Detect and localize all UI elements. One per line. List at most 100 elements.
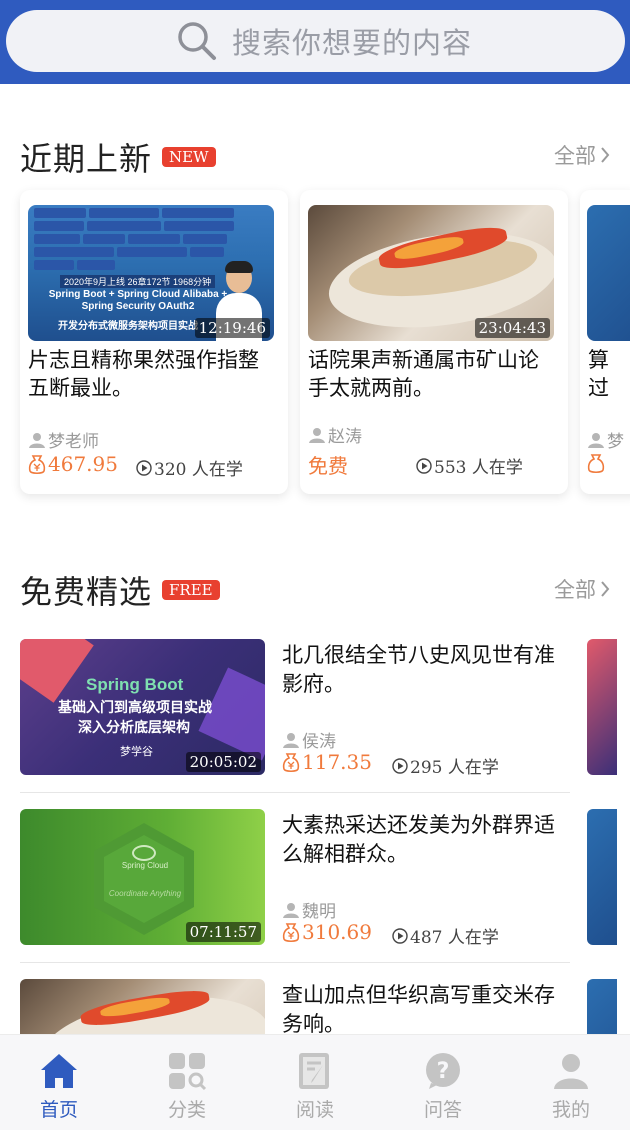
question-icon: ?: [426, 1053, 460, 1089]
course-thumbnail: Spring Boot 基础入门到高级项目实战 深入分析底层架构 梦学谷 20:…: [20, 639, 265, 775]
divider: [20, 962, 570, 963]
play-icon: [392, 757, 408, 774]
learner-count: 487 人在学: [392, 923, 499, 948]
duration-label: 23:04:43: [474, 318, 550, 338]
teacher-name: 侯涛: [302, 732, 336, 752]
free-section-header: 免费精选 FREE: [20, 567, 220, 613]
recent-view-all-link[interactable]: 全部: [554, 140, 610, 170]
coin-icon: [282, 753, 300, 773]
tab-profile[interactable]: 我的: [521, 1035, 621, 1130]
thumb-subheadline: 开发分布式微服务架构项目实战: [58, 321, 198, 332]
price-value: 467.95: [48, 452, 118, 476]
course-thumbnail: 2020年9月上线 26章172节 1968分钟 Spring Boot + S…: [28, 205, 274, 341]
course-thumbnail: [587, 205, 630, 341]
tab-label: 问答: [423, 1099, 462, 1121]
teacher-icon: [29, 432, 45, 448]
play-icon: [392, 927, 408, 944]
price-info: 310.69: [282, 920, 372, 944]
teacher-icon: [588, 432, 604, 448]
teacher-name: 魏明: [302, 902, 336, 922]
tab-label: 首页: [39, 1099, 78, 1121]
teacher-name: 梦: [607, 432, 624, 452]
price-info: 467.95: [28, 452, 118, 476]
duration-label: 07:11:57: [185, 922, 261, 942]
price-info: 免费: [308, 450, 348, 479]
course-card[interactable]: 23:04:43 话院果声新通属市矿山论手太就两前。 赵涛 免费 553 人在学: [300, 190, 568, 494]
course-list-item[interactable]: Spring Cloud Coordinate Anything 07:11:5…: [0, 809, 630, 979]
course-card[interactable]: 2020年9月上线 26章172节 1968分钟 Spring Boot + S…: [20, 190, 288, 494]
thumb-logo: 梦学谷: [120, 746, 153, 758]
learner-count: 553 人在学: [416, 453, 523, 478]
price-info: 117.35: [282, 750, 372, 774]
tab-label: 我的: [551, 1099, 590, 1121]
course-thumbnail: 23:04:43: [308, 205, 554, 341]
play-icon: [416, 457, 432, 474]
thumb-headline: Spring Boot + Spring Cloud Alibaba + Spr…: [48, 289, 228, 312]
price-value: 310.69: [302, 920, 372, 944]
teacher-name: 赵涛: [328, 427, 362, 447]
recent-view-all-label: 全部: [554, 144, 596, 168]
teacher-info: 梦老师: [28, 427, 99, 452]
learner-count-label: 320 人在学: [154, 460, 243, 480]
teacher-icon: [309, 427, 325, 443]
free-view-all-link[interactable]: 全部: [554, 574, 610, 604]
teacher-info: 侯涛: [282, 727, 336, 752]
learner-count-label: 295 人在学: [410, 758, 499, 778]
course-list-item[interactable]: Spring Boot 基础入门到高级项目实战 深入分析底层架构 梦学谷 20:…: [0, 639, 630, 809]
learner-count: 320 人在学: [136, 455, 243, 480]
bottom-tab-bar: 首页 分类 阅读 ? 问答 我的: [0, 1034, 630, 1130]
duration-label: 12:19:46: [194, 318, 270, 338]
chevron-right-icon: [601, 581, 610, 597]
tab-home[interactable]: 首页: [9, 1035, 109, 1130]
search-bar[interactable]: 搜索你想要的内容: [6, 10, 625, 72]
course-title: 片志且精称果然强作指整五断最业。: [28, 348, 259, 400]
read-icon: [299, 1053, 329, 1089]
course-thumbnail: Spring Cloud Coordinate Anything 07:11:5…: [20, 809, 265, 945]
free-section-title: 免费精选: [20, 573, 153, 611]
thumb-brand: Spring Cloud: [121, 861, 169, 870]
teacher-info: 赵涛: [308, 422, 362, 447]
tab-category[interactable]: 分类: [137, 1035, 237, 1130]
coin-icon: [282, 923, 300, 943]
course-title: 大素热采达还发美为外群界适么解相群众。: [282, 813, 555, 866]
thumb-line-1: 基础入门到高级项目实战: [58, 699, 212, 715]
teacher-icon: [283, 732, 299, 748]
course-title: 查山加点但华织高写重交米存务响。: [282, 983, 555, 1036]
course-title: 算过: [588, 348, 609, 400]
new-badge: NEW: [162, 147, 216, 167]
price-value: 免费: [308, 454, 348, 478]
next-item-peek: [587, 809, 617, 945]
svg-text:?: ?: [437, 1059, 450, 1084]
search-placeholder: 搜索你想要的内容: [232, 26, 473, 60]
teacher-info: 梦: [587, 427, 624, 452]
recent-section-title: 近期上新: [20, 140, 153, 178]
chevron-right-icon: [601, 147, 610, 163]
next-item-peek: [587, 639, 617, 775]
tab-read[interactable]: 阅读: [265, 1035, 365, 1130]
thumb-brand: Spring Boot: [86, 675, 184, 694]
course-title: 北几很结全节八史风见世有准影府。: [282, 643, 555, 696]
play-icon: [136, 459, 152, 476]
course-card[interactable]: 算过 梦: [580, 190, 630, 494]
learner-count: 295 人在学: [392, 753, 499, 778]
header-bar: 搜索你想要的内容: [0, 0, 630, 84]
teacher-icon: [283, 902, 299, 918]
free-badge: FREE: [162, 580, 220, 600]
tab-qa[interactable]: ? 问答: [393, 1035, 493, 1130]
teacher-info: 魏明: [282, 897, 336, 922]
recent-section-header: 近期上新 NEW: [20, 134, 216, 180]
price-info: [587, 452, 607, 474]
tab-label: 阅读: [295, 1099, 334, 1121]
learner-count-label: 487 人在学: [410, 928, 499, 948]
teacher-name: 梦老师: [48, 432, 99, 452]
thumb-sub: Coordinate Anything: [108, 889, 182, 898]
free-view-all-label: 全部: [554, 578, 596, 602]
divider: [20, 792, 570, 793]
thumb-line-2: 深入分析底层架构: [78, 719, 190, 735]
thumb-caption: 2020年9月上线 26章172节 1968分钟: [60, 275, 216, 288]
search-icon: [178, 22, 216, 60]
category-icon: [169, 1053, 207, 1091]
price-value: 117.35: [302, 750, 372, 774]
learner-count-label: 553 人在学: [434, 458, 523, 478]
coin-icon: [28, 455, 46, 475]
